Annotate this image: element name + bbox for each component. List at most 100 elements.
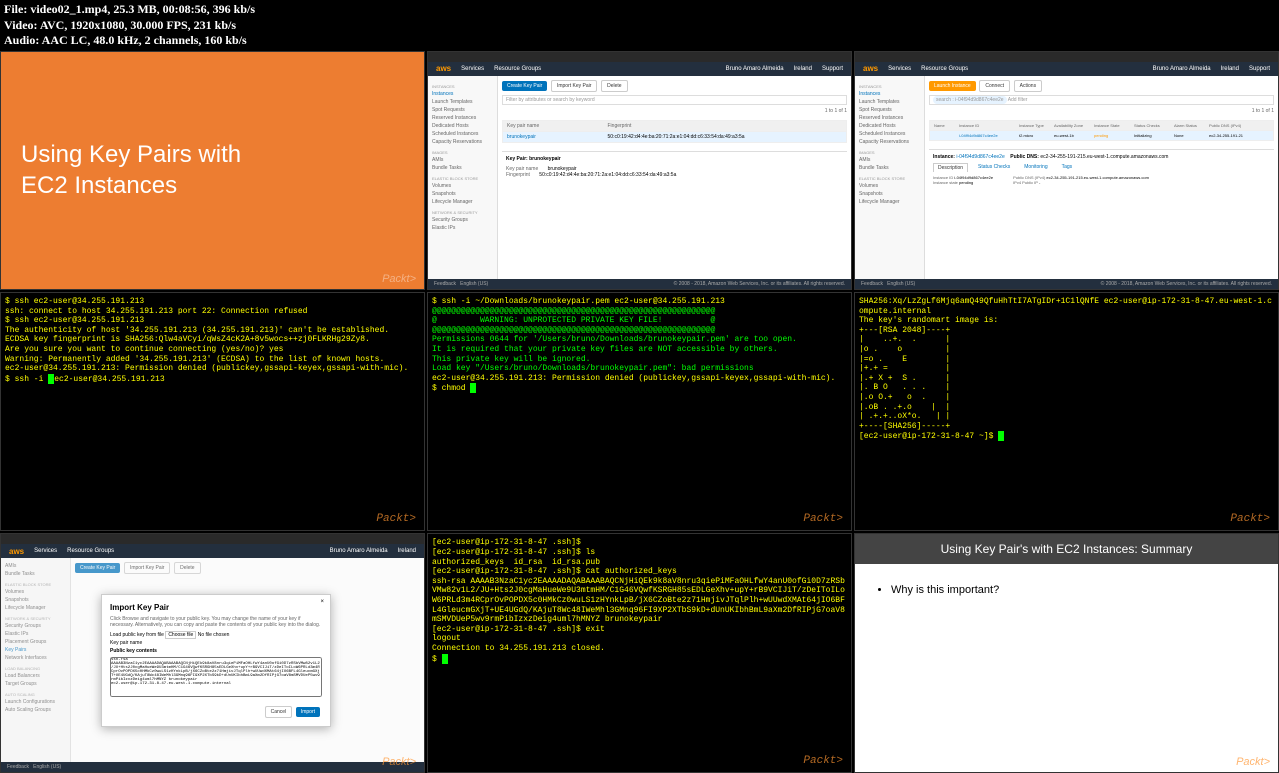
- terminal-output: SHA256:Xq/LzZgLf6Mjq6amQ49QfuHhTtI7ATgID…: [859, 297, 1272, 441]
- keypair-name-cell: brunokeypair: [507, 134, 608, 140]
- summary-bullet: Why is this important?: [891, 584, 1258, 596]
- sidebar-instances[interactable]: Instances: [432, 90, 493, 98]
- ec2-sidebar: INSTANCES Instances Launch Templates Spo…: [428, 76, 498, 279]
- slide-title-l1: Using Key Pairs with: [21, 141, 241, 168]
- resource-groups-menu[interactable]: Resource Groups: [494, 66, 541, 72]
- aws-main-panel: Create Key Pair Import Key Pair Delete F…: [498, 76, 851, 279]
- thumbnail-title-slide: Using Key Pairs with EC2 Instances Packt…: [0, 51, 425, 290]
- sidebar-snapshots[interactable]: Snapshots: [432, 190, 493, 198]
- packt-logo: Packt>: [803, 513, 843, 526]
- aws-logo[interactable]: aws: [436, 64, 451, 73]
- sidebar-sg[interactable]: Security Groups: [432, 216, 493, 224]
- sidebar-reserved[interactable]: Reserved Instances: [432, 114, 493, 122]
- cancel-button[interactable]: Cancel: [265, 706, 293, 718]
- file-info-header: File: video02_1.mp4, 25.3 MB, 00:08:56, …: [0, 0, 1279, 51]
- cursor-icon: [470, 383, 476, 393]
- terminal-output: [ec2-user@ip-172-31-8-47 .ssh]$ [ec2-use…: [432, 538, 845, 663]
- ec2-sidebar: INSTANCES Instances Launch Templates Spo…: [855, 76, 925, 279]
- terminal-warning: @@@@@@@@@@@@@@@@@@@@@@@@@@@@@@@@@@@@@@@@…: [432, 307, 797, 374]
- packt-logo: Packt>: [1230, 513, 1270, 526]
- thumbnail-summary-slide: Using Key Pair's with EC2 Instances: Sum…: [854, 533, 1279, 772]
- aws-topbar: aws Services Resource Groups Bruno Amaro…: [428, 62, 851, 76]
- keypair-table: Key pair name Fingerprint brunokeypair 5…: [502, 120, 847, 143]
- thumbnail-terminal-randomart[interactable]: SHA256:Xq/LzZgLf6Mjq6amQ49QfuHhTtI7ATgID…: [854, 292, 1279, 531]
- col-name[interactable]: Key pair name: [507, 123, 608, 129]
- user-menu[interactable]: Bruno Amaro Almeida: [726, 66, 784, 72]
- window-titlebar: [428, 52, 851, 62]
- keypair-fp-cell: 50:c0:19:42:d4:4e:ba:20:71:2a:e1:04:dd:c…: [608, 134, 745, 140]
- sidebar-amis[interactable]: AMIs: [432, 156, 493, 164]
- tab-description[interactable]: Description: [933, 163, 968, 172]
- sidebar-launch-templates[interactable]: Launch Templates: [432, 98, 493, 106]
- table-row[interactable]: brunokeypair 50:c0:19:42:d4:4e:ba:20:71:…: [503, 131, 846, 142]
- summary-title: Using Key Pair's with EC2 Instances: Sum…: [855, 534, 1278, 564]
- aws-main-panel: Launch Instance Connect Actions search :…: [925, 76, 1278, 279]
- import-keypair-button[interactable]: Import Key Pair: [551, 80, 597, 92]
- modal-description: Click Browse and navigate to your public…: [110, 616, 322, 628]
- window-titlebar: [855, 52, 1278, 62]
- sidebar-volumes[interactable]: Volumes: [432, 182, 493, 190]
- thumbnail-terminal-ssh[interactable]: $ ssh ec2-user@34.255.191.213 ssh: conne…: [0, 292, 425, 531]
- terminal-output: ec2-user@34.255.191.213: Permission deni…: [432, 374, 835, 394]
- aws-topbar: aws Services Resource Groups Bruno Amaro…: [855, 62, 1278, 76]
- tab-monitoring[interactable]: Monitoring: [1020, 163, 1051, 172]
- sidebar-spot-requests[interactable]: Spot Requests: [432, 106, 493, 114]
- sidebar-lifecycle[interactable]: Lifecycle Manager: [432, 198, 493, 206]
- window-titlebar: [1, 534, 424, 544]
- thumbnail-terminal-authkeys[interactable]: [ec2-user@ip-172-31-8-47 .ssh]$ [ec2-use…: [427, 533, 852, 772]
- sidebar-bundle[interactable]: Bundle Tasks: [432, 164, 493, 172]
- aws-footer: Feedback English (US): [1, 762, 424, 772]
- aws-footer: Feedback English (US) © 2008 - 2018, Ama…: [855, 279, 1278, 289]
- table-row[interactable]: i-04f94d9d867c4ee2e t2.micro eu-west-1b …: [930, 130, 1273, 140]
- sidebar-eip[interactable]: Elastic IPs: [432, 224, 493, 232]
- import-keypair-modal: × Import Key Pair Click Browse and navig…: [101, 594, 331, 727]
- thumbnail-aws-instances: aws Services Resource Groups Bruno Amaro…: [854, 51, 1279, 290]
- launch-instance-button[interactable]: Launch Instance: [929, 81, 976, 91]
- tab-status[interactable]: Status Checks: [974, 163, 1014, 172]
- packt-logo: Packt>: [1236, 756, 1270, 768]
- detail-panel: Key Pair: brunokeypair Key pair name bru…: [502, 151, 847, 182]
- thumbnail-terminal-warning[interactable]: $ ssh -i ~/Downloads/brunokeypair.pem ec…: [427, 292, 852, 531]
- packt-logo: Packt>: [376, 513, 416, 526]
- key-contents-textarea[interactable]: [110, 657, 322, 697]
- ec2-sidebar: AMIs Bundle Tasks ELASTIC BLOCK STORE Vo…: [1, 558, 71, 761]
- region-menu[interactable]: Ireland: [794, 66, 812, 72]
- tab-tags[interactable]: Tags: [1058, 163, 1077, 172]
- import-button[interactable]: Import: [296, 707, 320, 717]
- create-keypair-button[interactable]: Create Key Pair: [502, 81, 547, 91]
- actions-button[interactable]: Actions: [1014, 80, 1042, 92]
- cursor-icon: [442, 654, 448, 664]
- filter-input[interactable]: Filter by attributes or search by keywor…: [502, 95, 847, 105]
- packt-logo: Packt>: [382, 756, 416, 768]
- file-line: File: video02_1.mp4, 25.3 MB, 00:08:56, …: [4, 2, 1275, 18]
- terminal-cmd: $ ssh -i ~/Downloads/brunokeypair.pem ec…: [432, 297, 725, 306]
- detail-title: Key Pair: brunokeypair: [506, 156, 843, 162]
- search-input[interactable]: search : i-04f94d9d867c4ee2e Add filter: [929, 95, 1274, 105]
- terminal-output: $ ssh ec2-user@34.255.191.213 ssh: conne…: [5, 297, 408, 384]
- aws-footer: Feedback English (US) © 2008 - 2018, Ama…: [428, 279, 851, 289]
- services-menu[interactable]: Services: [461, 66, 484, 72]
- thumbnail-aws-import: aws Services Resource Groups Bruno Amaro…: [0, 533, 425, 772]
- aws-logo[interactable]: aws: [863, 64, 878, 73]
- delete-keypair-button[interactable]: Delete: [601, 80, 627, 92]
- choose-file-button[interactable]: Choose file: [165, 631, 196, 639]
- cursor-icon: [998, 431, 1004, 441]
- support-menu[interactable]: Support: [822, 66, 843, 72]
- sidebar-dedicated[interactable]: Dedicated Hosts: [432, 122, 493, 130]
- connect-button[interactable]: Connect: [979, 80, 1010, 92]
- packt-logo: Packt>: [803, 755, 843, 768]
- pagination-label: 1 to 1 of 1: [502, 108, 847, 114]
- sidebar-scheduled[interactable]: Scheduled Instances: [432, 130, 493, 138]
- slide-title-l2: EC2 Instances: [21, 172, 177, 199]
- audio-line: Audio: AAC LC, 48.0 kHz, 2 channels, 160…: [4, 33, 1275, 49]
- thumbnail-aws-keypairs: aws Services Resource Groups Bruno Amaro…: [427, 51, 852, 290]
- close-icon[interactable]: ×: [320, 599, 324, 605]
- instances-table: Name Instance ID Instance Type Availabil…: [929, 120, 1274, 141]
- video-line: Video: AVC, 1920x1080, 30.000 FPS, 231 k…: [4, 18, 1275, 34]
- aws-topbar: aws Services Resource Groups Bruno Amaro…: [1, 544, 424, 558]
- packt-logo: Packt>: [382, 273, 416, 285]
- instance-detail-panel: Instance: i-04f94d9d867c4ee2e Public DNS…: [929, 149, 1274, 189]
- modal-title: Import Key Pair: [110, 603, 322, 612]
- sidebar-capacity[interactable]: Capacity Reservations: [432, 138, 493, 146]
- col-fingerprint[interactable]: Fingerprint: [608, 123, 632, 129]
